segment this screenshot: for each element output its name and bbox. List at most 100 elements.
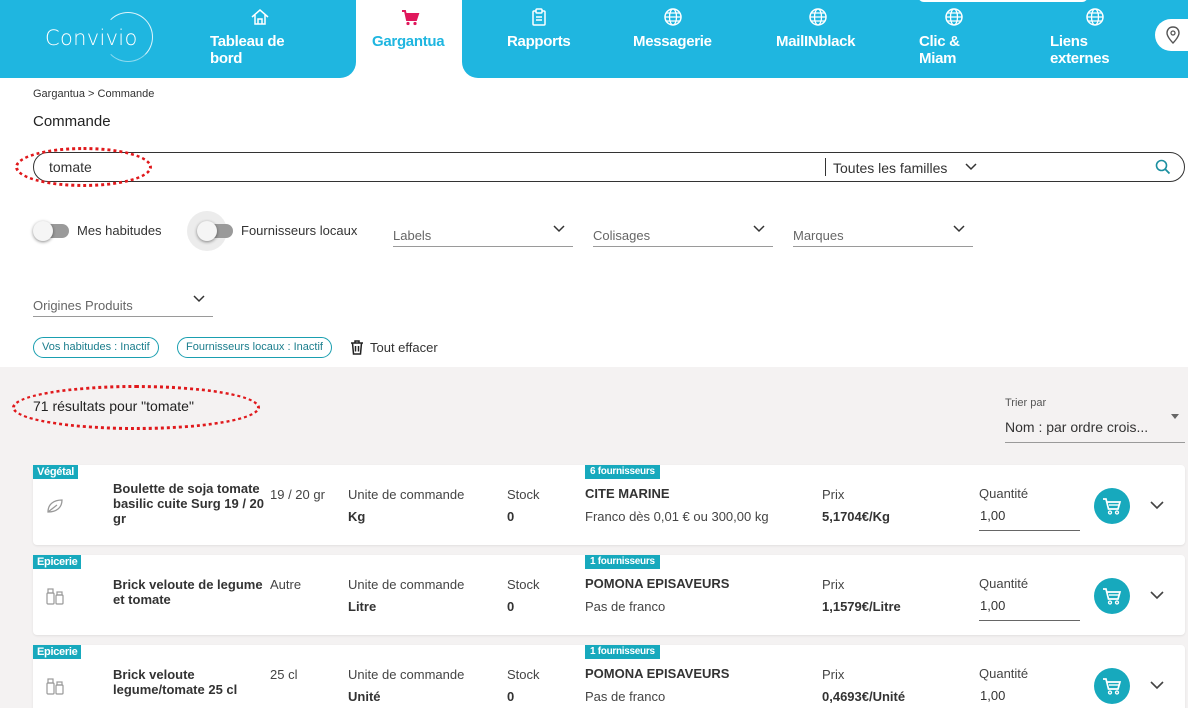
product-name[interactable]: Boulette de soja tomate basilic cuite Su…	[113, 481, 273, 526]
labels-dropdown[interactable]: Labels	[393, 221, 573, 247]
page-title: Commande	[33, 113, 111, 130]
unit-value: Litre	[348, 599, 377, 614]
dropdown-label: Colisages	[593, 228, 651, 243]
leaf-icon	[47, 499, 63, 513]
chevron-down-icon[interactable]	[1150, 501, 1164, 510]
supplier-name: POMONA EPISAVEURS	[585, 666, 730, 681]
clipboard-icon	[532, 8, 546, 26]
nav-label: Messagerie	[633, 33, 712, 50]
quantity-input[interactable]: 1,00	[979, 688, 1080, 708]
dropdown-label: Labels	[393, 228, 432, 243]
origines-dropdown[interactable]: Origines Produits	[33, 291, 213, 317]
franco-info: Pas de franco	[585, 599, 666, 614]
sort-underline	[1005, 442, 1185, 443]
convivio-logo[interactable]: Convivio	[45, 12, 155, 64]
suppliers-badge[interactable]: 1 fournisseurs	[585, 645, 660, 659]
price-label: Prix	[822, 487, 845, 502]
sort-select[interactable]: Nom : par ordre crois...	[1005, 419, 1170, 435]
price-value: 0,4693€/Unité	[822, 689, 906, 704]
product-card: Végétal Boulette de soja tomate basilic …	[33, 465, 1185, 545]
unit-label: Unite de commande	[348, 487, 465, 502]
unit-label: Unite de commande	[348, 577, 465, 592]
sort-label: Trier par	[1005, 397, 1047, 409]
unit-label: Unite de commande	[348, 667, 465, 682]
product-card: Epicerie Brick veloute de legume et toma…	[33, 555, 1185, 635]
stock-value: 0	[507, 599, 515, 614]
colisages-dropdown[interactable]: Colisages	[593, 221, 773, 247]
filter-chip-fournisseurs[interactable]: Fournisseurs locaux : Inactif	[177, 337, 332, 358]
nav-item-liens-externes[interactable]: Liens externes	[1050, 0, 1130, 78]
price-label: Prix	[822, 667, 845, 682]
chevron-down-icon	[553, 225, 565, 233]
nav-item-messagerie[interactable]: Messagerie	[633, 0, 723, 78]
quantity-label: Quantité	[979, 486, 1029, 501]
globe-icon	[809, 8, 827, 26]
nav-label: Liens externes	[1050, 33, 1110, 67]
franco-info: Franco dès 0,01 € ou 300,00 kg	[585, 509, 769, 524]
cart-icon	[1103, 678, 1122, 695]
category-badge: Végétal	[33, 465, 79, 479]
top-nav-bar: Convivio Tableau de bord Gargantua Rappo…	[0, 0, 1188, 78]
nav-label: Rapports	[507, 33, 571, 50]
toggle-label-fournisseurs: Fournisseurs locaux	[241, 223, 358, 238]
price-label: Prix	[822, 577, 845, 592]
suppliers-badge[interactable]: 1 fournisseurs	[585, 555, 660, 569]
nav-item-rapports[interactable]: Rapports	[507, 0, 587, 78]
jars-icon	[46, 678, 64, 695]
top-user-pill[interactable]	[918, 0, 1088, 2]
caret-down-icon[interactable]	[1171, 414, 1179, 419]
chevron-down-icon[interactable]	[965, 163, 977, 171]
quantity-input[interactable]: 1,00	[979, 598, 1080, 621]
add-to-cart-button[interactable]	[1094, 488, 1130, 524]
family-filter-select[interactable]: Toutes les familles	[833, 160, 947, 176]
filter-chip-habitudes[interactable]: Vos habitudes : Inactif	[33, 337, 159, 358]
product-name[interactable]: Brick veloute de legume et tomate	[113, 577, 273, 607]
cart-icon	[1103, 588, 1122, 605]
globe-icon	[664, 8, 682, 26]
dropdown-label: Marques	[793, 228, 844, 243]
chevron-down-icon	[753, 225, 765, 233]
chevron-down-icon[interactable]	[1150, 591, 1164, 600]
dropdown-label: Origines Produits	[33, 298, 133, 313]
breadcrumb: Gargantua > Commande	[33, 88, 155, 100]
cart-icon	[1103, 498, 1122, 515]
category-badge: Epicerie	[33, 645, 82, 659]
toggle-knob	[197, 221, 217, 241]
category-badge: Epicerie	[33, 555, 82, 569]
quantity-input[interactable]: 1,00	[979, 508, 1080, 531]
nav-label: Tableau de bord	[210, 33, 285, 67]
search-icon[interactable]	[1155, 159, 1171, 175]
annotation-circle-search	[15, 147, 152, 187]
search-bar: tomate Toutes les familles	[33, 152, 1185, 182]
chevron-down-icon[interactable]	[1150, 681, 1164, 690]
nav-item-clic-miam[interactable]: Clic & Miam	[919, 0, 979, 78]
cart-icon	[402, 10, 420, 26]
nav-label: Gargantua	[372, 33, 445, 50]
map-pin-icon	[1166, 26, 1180, 44]
supplier-name: POMONA EPISAVEURS	[585, 576, 730, 591]
product-card: Epicerie Brick veloute legume/tomate 25 …	[33, 645, 1185, 708]
nav-item-tableau-de-bord[interactable]: Tableau de bord	[210, 0, 305, 78]
chevron-down-icon	[953, 225, 965, 233]
product-conditioning: 19 / 20 gr	[270, 487, 325, 502]
franco-info: Pas de franco	[585, 689, 666, 704]
stock-label: Stock	[507, 487, 540, 502]
toggle-mes-habitudes[interactable]	[33, 221, 69, 241]
nav-item-mailinblack[interactable]: MailINblack	[776, 0, 866, 78]
add-to-cart-button[interactable]	[1094, 668, 1130, 704]
add-to-cart-button[interactable]	[1094, 578, 1130, 614]
product-name[interactable]: Brick veloute legume/tomate 25 cl	[113, 667, 253, 697]
nav-item-gargantua[interactable]: Gargantua	[356, 0, 462, 78]
home-icon	[251, 9, 269, 25]
marques-dropdown[interactable]: Marques	[793, 221, 973, 247]
quantity-label: Quantité	[979, 576, 1029, 591]
product-conditioning: Autre	[270, 577, 302, 592]
location-button[interactable]	[1155, 19, 1188, 51]
stock-value: 0	[507, 689, 515, 704]
globe-icon	[945, 8, 963, 26]
search-separator	[825, 158, 826, 176]
logo-text: Convivio	[45, 26, 138, 50]
suppliers-badge[interactable]: 6 fournisseurs	[585, 465, 660, 479]
annotation-circle-results	[12, 385, 260, 430]
toggle-fournisseurs-locaux[interactable]	[197, 221, 233, 241]
